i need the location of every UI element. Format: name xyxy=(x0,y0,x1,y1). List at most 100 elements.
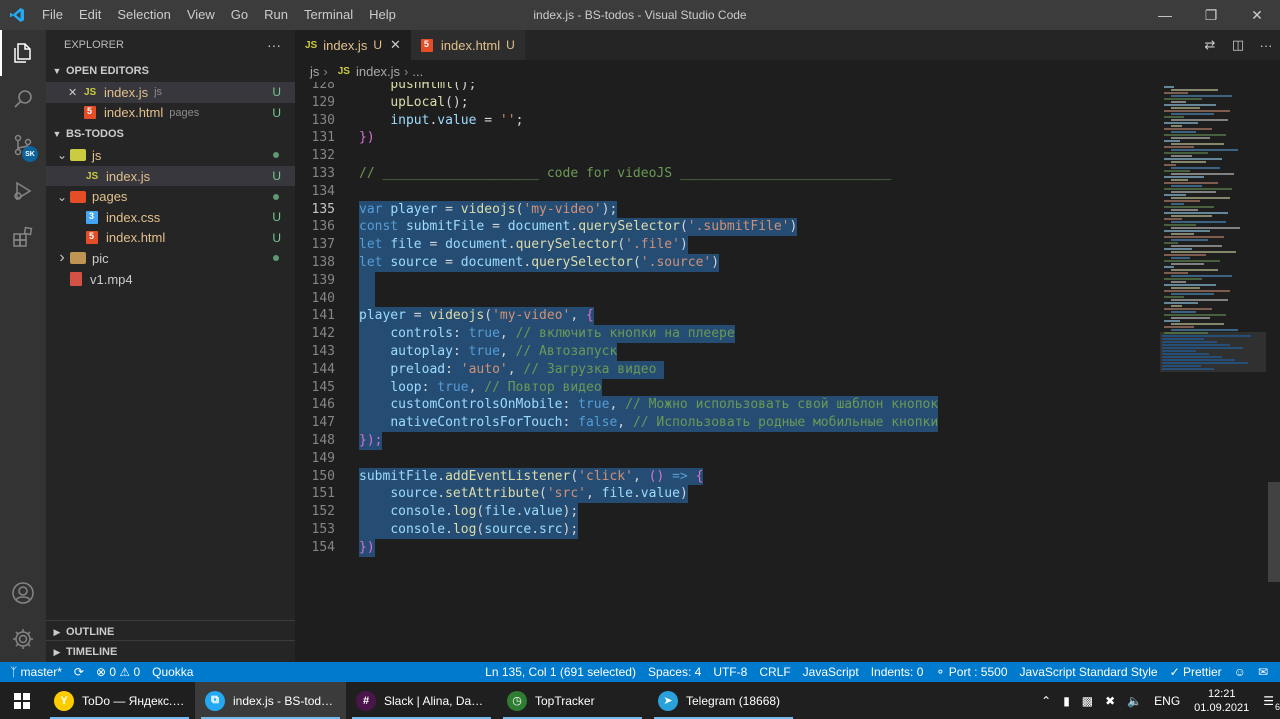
language-indicator[interactable]: ENG xyxy=(1148,694,1186,708)
close-icon[interactable]: ✕ xyxy=(390,37,401,53)
timeline-header[interactable]: ▶ TIMELINE xyxy=(46,641,295,663)
live-server-port[interactable]: ⚬ Port : 5500 xyxy=(929,662,1013,682)
problems-indicator[interactable]: ⊗ 0 ⚠ 0 xyxy=(90,662,146,682)
taskbar-app[interactable]: ➤ Telegram (18668) xyxy=(648,682,799,719)
project-header[interactable]: ▼ BS-TODOS xyxy=(46,123,295,145)
explorer-files-icon[interactable] xyxy=(0,30,46,76)
code-line[interactable]: 135 var player = videojs('my-video'); xyxy=(295,200,1160,219)
notifications-icon[interactable]: ☰ 6 xyxy=(1257,694,1280,712)
code-line[interactable]: 128 pushHtml(); xyxy=(295,82,1160,94)
volume-icon[interactable]: 🔈 xyxy=(1121,694,1148,708)
breadcrumb-symbols[interactable]: ... xyxy=(412,64,423,79)
code-line[interactable]: 142 controls: true, // включить кнопки н… xyxy=(295,325,1160,343)
cursor-position[interactable]: Ln 135, Col 1 (691 selected) xyxy=(479,662,642,682)
quokka-indicator[interactable]: Quokka xyxy=(146,662,199,682)
tree-item[interactable]: index.css U xyxy=(46,207,295,228)
tree-item[interactable]: v1.mp4 xyxy=(46,269,295,290)
minimap[interactable] xyxy=(1160,82,1266,662)
code-line[interactable]: 132 xyxy=(295,147,1160,165)
code-line[interactable]: 146 customControlsOnMobile: true, // Мож… xyxy=(295,396,1160,415)
clock[interactable]: 12:21 01.09.2021 xyxy=(1186,687,1257,715)
usb-icon[interactable]: ▮ xyxy=(1057,694,1076,708)
standard-style[interactable]: JavaScript Standard Style xyxy=(1014,662,1164,682)
code-line[interactable]: 143 autoplay: true, // Автозапуск xyxy=(295,343,1160,361)
notifications-bell-icon[interactable]: ✉ xyxy=(1252,662,1274,682)
code-line[interactable]: 138 let source = document.querySelector('… xyxy=(295,254,1160,272)
close-icon[interactable]: ✕ xyxy=(68,86,84,99)
code-line[interactable]: 133 // ____________________ code for vide… xyxy=(295,165,1160,183)
extensions-icon[interactable] xyxy=(0,214,46,260)
taskbar-app[interactable]: ⧉ index.js - BS-todos ... xyxy=(195,682,346,719)
line-endings[interactable]: CRLF xyxy=(753,662,796,682)
code-line[interactable]: 144 preload: 'auto', // Загрузка видео xyxy=(295,360,1160,379)
code-line[interactable]: 145 loop: true, // Повтор видео xyxy=(295,378,1160,397)
code-line[interactable]: 151 source.setAttribute('src', file.valu… xyxy=(295,485,1160,504)
code-line[interactable]: 148}); xyxy=(295,432,1160,450)
code-line[interactable]: 137 let file = document.querySelector('.f… xyxy=(295,236,1160,254)
code-line[interactable]: 153 console.log(source.src); xyxy=(295,521,1160,539)
code-line[interactable]: 131}) xyxy=(295,129,1160,147)
indents-indicator[interactable]: Indents: 0 xyxy=(865,662,930,682)
code-line[interactable]: 129 upLocal(); xyxy=(295,94,1160,112)
scrollbar-thumb[interactable] xyxy=(1268,482,1280,582)
menu-item-file[interactable]: File xyxy=(34,0,71,30)
tab-index-js[interactable]: JS index.js U ✕ xyxy=(295,30,411,60)
code-line[interactable]: 141 player = videojs('my-video', { xyxy=(295,307,1160,326)
menu-item-run[interactable]: Run xyxy=(256,0,296,30)
taskbar-app[interactable]: ◷ TopTracker xyxy=(497,682,648,719)
encoding[interactable]: UTF-8 xyxy=(707,662,753,682)
account-icon[interactable] xyxy=(0,570,46,616)
more-actions-icon[interactable]: ··· xyxy=(267,37,281,53)
menu-item-selection[interactable]: Selection xyxy=(109,0,178,30)
more-actions-icon[interactable]: ··· xyxy=(1252,38,1280,53)
search-icon[interactable] xyxy=(0,76,46,122)
maximize-button[interactable]: ❐ xyxy=(1188,0,1234,30)
tree-item[interactable]: ⌄ js xyxy=(46,145,295,166)
open-editor-item[interactable]: ✕ JS index.js js U xyxy=(46,82,295,103)
vertical-scrollbar[interactable] xyxy=(1266,82,1280,662)
code-line[interactable]: 139 xyxy=(295,271,1160,290)
sync-icon[interactable]: ⟳ xyxy=(68,662,90,682)
code-line[interactable]: 140 xyxy=(295,289,1160,308)
tab-index-html[interactable]: index.html U xyxy=(410,30,525,60)
source-control-icon[interactable]: SK xyxy=(0,122,46,168)
compare-changes-icon[interactable]: ⇄ xyxy=(1196,37,1224,53)
prettier-status[interactable]: ✓ Prettier xyxy=(1164,662,1228,682)
breadcrumb-file[interactable]: index.js xyxy=(356,64,400,79)
language-mode[interactable]: JavaScript xyxy=(797,662,865,682)
tree-item[interactable]: › pic xyxy=(46,248,295,269)
menu-item-go[interactable]: Go xyxy=(223,0,256,30)
split-editor-icon[interactable]: ◫ xyxy=(1224,37,1252,53)
menu-item-view[interactable]: View xyxy=(179,0,223,30)
feedback-icon[interactable]: ☺ xyxy=(1228,662,1252,682)
code-line[interactable]: 149 xyxy=(295,450,1160,468)
menu-item-terminal[interactable]: Terminal xyxy=(296,0,361,30)
close-window-button[interactable]: ✕ xyxy=(1234,0,1280,30)
minimize-button[interactable]: — xyxy=(1142,0,1188,30)
open-editors-header[interactable]: ▼ OPEN EDITORS xyxy=(46,60,295,82)
code-line[interactable]: 154}) xyxy=(295,538,1160,557)
code-line[interactable]: 130 input.value = ''; xyxy=(295,112,1160,130)
breadcrumb-folder[interactable]: js xyxy=(310,64,319,79)
code-line[interactable]: 152 console.log(file.value); xyxy=(295,503,1160,521)
indentation[interactable]: Spaces: 4 xyxy=(642,662,707,682)
open-editor-item[interactable]: index.html pages U xyxy=(46,103,295,124)
taskbar-app[interactable]: Y ToDo — Яндекс.Бр... xyxy=(44,682,195,719)
code-line[interactable]: 136 const submitFile = document.querySele… xyxy=(295,218,1160,237)
menu-item-edit[interactable]: Edit xyxy=(71,0,109,30)
code-line[interactable]: 134 xyxy=(295,183,1160,201)
code-editor[interactable]: 128 pushHtml(); 129 upLocal(); 130 input.v… xyxy=(295,82,1160,662)
network-icon[interactable]: ▩ xyxy=(1076,694,1099,708)
tools-icon[interactable]: ✖ xyxy=(1099,694,1121,708)
taskbar-app[interactable]: # Slack | Alina, Daria ... xyxy=(346,682,497,719)
run-debug-icon[interactable] xyxy=(0,168,46,214)
branch-indicator[interactable]: ᛉ master* xyxy=(0,662,68,682)
tree-item[interactable]: JS index.js U xyxy=(46,165,295,187)
code-line[interactable]: 150 submitFile.addEventListener('click', … xyxy=(295,467,1160,486)
windows-start-button[interactable] xyxy=(0,682,44,719)
tree-item[interactable]: ⌄ pages xyxy=(46,186,295,207)
menu-item-help[interactable]: Help xyxy=(361,0,404,30)
gear-icon[interactable] xyxy=(0,616,46,662)
tray-expand-icon[interactable]: ⌃ xyxy=(1035,694,1057,708)
tree-item[interactable]: index.html U xyxy=(46,228,295,249)
